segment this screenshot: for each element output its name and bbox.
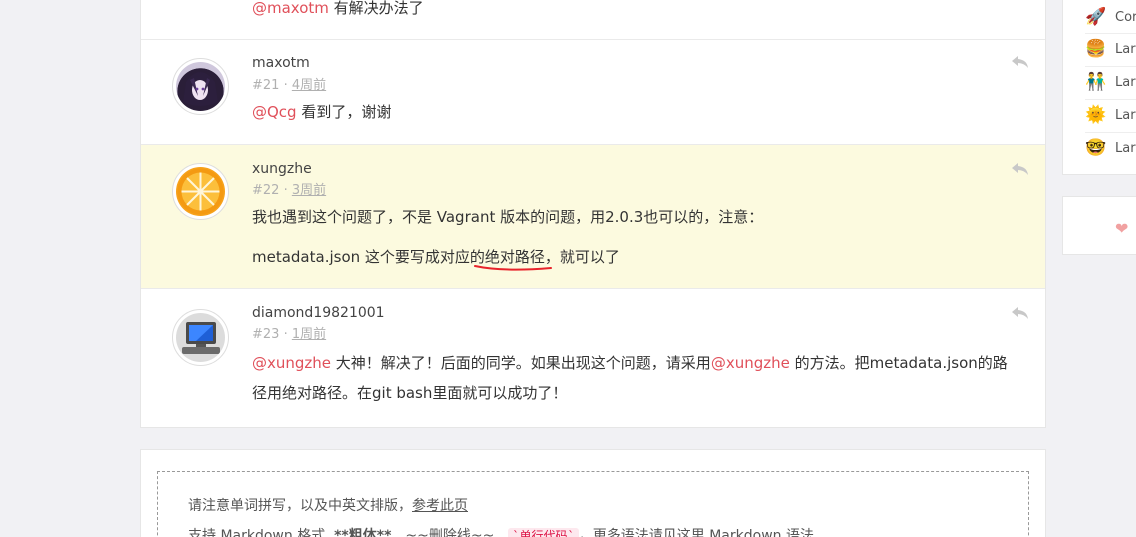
editor-tips-box[interactable]: 请注意单词拼写，以及中英文排版，参考此页 支持 Markdown 格式, **粗…: [157, 471, 1029, 537]
comment-meta: #23 · 1周前: [252, 327, 327, 342]
sun-icon: 🌞: [1085, 105, 1107, 125]
tip-line-markdown: 支持 Markdown 格式, **粗体**、~~删除线~~、 `单行代码` ，更多…: [188, 525, 814, 537]
reply-icon[interactable]: [1011, 162, 1029, 176]
comment-text: 看到了，谢谢: [296, 103, 392, 121]
comment-text: 大神！解决了！后面的同学。如果出现这个问题，请采用: [331, 354, 711, 372]
comment-text: 有解决办法了: [328, 0, 424, 17]
comment-item: xungzhe #22 · 3周前 我也遇到这个问题了，不是 Vagrant 版…: [141, 145, 1045, 289]
floor-number[interactable]: #23: [252, 327, 279, 342]
comment-text-line: @xungzhe 大神！解决了！后面的同学。如果出现这个问题，请采用@xungz…: [252, 349, 1015, 378]
reference-link[interactable]: 参考此页: [412, 498, 468, 514]
avatar[interactable]: [172, 58, 229, 115]
comment-body: @Qcg 看到了，谢谢: [252, 98, 1015, 127]
comment-item: @maxotm 有解决办法了: [141, 0, 1045, 40]
rocket-icon: 🚀: [1085, 7, 1107, 27]
comment-username[interactable]: diamond19821001: [252, 305, 385, 321]
nerd-face-icon: 🤓: [1085, 138, 1107, 158]
sidebar-item[interactable]: 👬Lara: [1085, 67, 1136, 97]
comment-body: @maxotm 有解决办法了: [252, 0, 1015, 23]
floor-number[interactable]: #21: [252, 78, 279, 93]
mention-link[interactable]: @xungzhe: [252, 354, 331, 372]
floor-number[interactable]: #22: [252, 183, 279, 198]
comment-meta: #21 · 4周前: [252, 78, 327, 93]
heart-icon[interactable]: ❤: [1115, 219, 1128, 238]
sidebar-item[interactable]: 🌞Lara: [1085, 100, 1136, 130]
comment-text-line: 我也遇到这个问题了，不是 Vagrant 版本的问题，用2.0.3也可以的，注意…: [252, 208, 764, 226]
burger-icon: 🍔: [1085, 39, 1107, 59]
anime-avatar-icon: [183, 72, 218, 106]
computer-icon: [182, 322, 220, 354]
reply-icon[interactable]: [1011, 306, 1029, 320]
comment-item: maxotm #21 · 4周前 @Qcg 看到了，谢谢: [141, 40, 1045, 145]
comment-body: 我也遇到这个问题了，不是 Vagrant 版本的问题，用2.0.3也可以的，注意…: [252, 203, 1015, 272]
sidebar-item[interactable]: 🚀 Cor: [1085, 2, 1136, 32]
red-underline-annotation: [474, 265, 552, 271]
orange-slice-icon: [177, 168, 224, 215]
mention-link[interactable]: @Qcg: [252, 103, 297, 121]
comments-list: @maxotm 有解决办法了 maxotm #21 · 4周前 @Qcg 看到了…: [140, 0, 1046, 428]
avatar[interactable]: [172, 309, 229, 366]
avatar[interactable]: [172, 163, 229, 220]
comment-body: @xungzhe 大神！解决了！后面的同学。如果出现这个问题，请采用@xungz…: [252, 349, 1015, 408]
comment-time[interactable]: 1周前: [292, 327, 326, 342]
comment-time[interactable]: 4周前: [292, 78, 326, 93]
comment-time[interactable]: 3周前: [292, 183, 326, 198]
comment-text: 的方法。把metadata.json的路: [789, 354, 1008, 372]
comment-text-line: 径用绝对路径。在git bash里面就可以成功了！: [252, 384, 568, 402]
tip-line-spelling: 请注意单词拼写，以及中英文排版，参考此页: [188, 498, 468, 514]
sidebar-links-card: 🚀Cor 🍔Lara 👬Lara 🌞Lara 🤓Lara: [1062, 0, 1136, 175]
sidebar-item[interactable]: 🤓Lara: [1085, 133, 1136, 163]
mention-link[interactable]: @maxotm: [252, 0, 329, 17]
comment-meta: #22 · 3周前: [252, 183, 327, 198]
reply-icon[interactable]: [1011, 55, 1029, 69]
comment-item: diamond19821001 #23 · 1周前 @xungzhe 大神！解决…: [141, 289, 1045, 428]
reply-editor-panel: 请注意单词拼写，以及中英文排版，参考此页 支持 Markdown 格式, **粗…: [140, 449, 1046, 537]
like-card: ❤: [1062, 196, 1136, 255]
people-icon: 👬: [1085, 72, 1107, 92]
sidebar-item[interactable]: 🍔Lara: [1085, 34, 1136, 64]
comment-username[interactable]: maxotm: [252, 55, 310, 71]
bold-example: **粗体**: [334, 528, 392, 537]
mention-link[interactable]: @xungzhe: [711, 354, 790, 372]
inline-code-example: `单行代码`: [508, 528, 579, 537]
comment-username[interactable]: xungzhe: [252, 161, 312, 177]
comment-text-line: metadata.json 这个要写成对应的绝对路径，就可以了: [252, 248, 620, 266]
